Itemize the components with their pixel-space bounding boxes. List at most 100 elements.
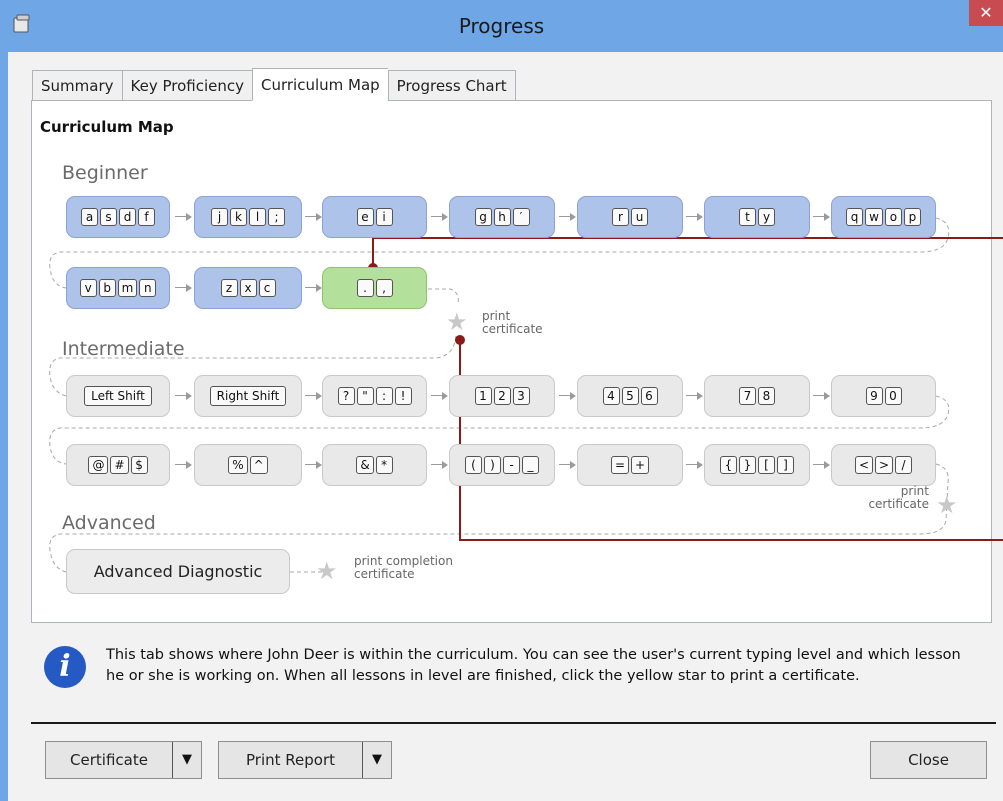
progress-window: Progress ✕ Summary Key Proficiency Curri… bbox=[0, 0, 1003, 801]
lesson-punctuation[interactable]: ? " : ! bbox=[322, 375, 427, 417]
divider bbox=[31, 722, 996, 724]
arrow-icon bbox=[305, 283, 323, 293]
key: s bbox=[100, 208, 117, 226]
key: : bbox=[375, 387, 393, 405]
lesson-vbmn[interactable]: v b m n bbox=[66, 267, 170, 309]
key: v bbox=[79, 279, 97, 297]
tab-progress-chart[interactable]: Progress Chart bbox=[387, 70, 516, 101]
key: 7 bbox=[739, 387, 756, 405]
key: w bbox=[865, 208, 883, 226]
lesson-ei[interactable]: e i bbox=[322, 196, 427, 238]
window-title: Progress bbox=[458, 14, 545, 38]
key: a bbox=[81, 208, 98, 226]
lesson-gh[interactable]: g h ′ bbox=[449, 196, 555, 238]
lesson-90[interactable]: 9 0 bbox=[831, 375, 936, 417]
key: x bbox=[239, 279, 257, 297]
key: m bbox=[117, 279, 138, 297]
close-button[interactable]: Close bbox=[870, 741, 987, 779]
dropdown-arrow-icon[interactable]: ▼ bbox=[363, 742, 391, 778]
lesson-qwop[interactable]: q w o p bbox=[831, 196, 936, 238]
star-icon[interactable]: ★ bbox=[446, 310, 468, 334]
key: ? bbox=[337, 387, 355, 405]
lesson-zxc[interactable]: z x c bbox=[194, 267, 302, 309]
lesson-angle-slash[interactable]: < > / bbox=[831, 444, 936, 486]
beginner-certificate-label[interactable]: print certificate bbox=[482, 310, 543, 336]
key: h bbox=[493, 208, 511, 226]
window-frame bbox=[0, 52, 8, 801]
key: g bbox=[474, 208, 492, 226]
key: ) bbox=[484, 456, 501, 474]
lesson-asdf[interactable]: a s d f bbox=[66, 196, 170, 238]
key: 5 bbox=[621, 387, 639, 405]
tab-bar: Summary Key Proficiency Curriculum Map P… bbox=[32, 68, 516, 101]
print-report-button[interactable]: Print Report bbox=[219, 742, 363, 778]
key: 3 bbox=[512, 387, 530, 405]
key: Right Shift bbox=[209, 386, 287, 406]
lesson-percent-caret[interactable]: % ^ bbox=[194, 444, 302, 486]
intermediate-certificate-label[interactable]: print certificate bbox=[855, 485, 929, 511]
key: } bbox=[739, 456, 756, 474]
key: [ bbox=[758, 456, 775, 474]
key: > bbox=[875, 456, 894, 474]
key: / bbox=[895, 456, 913, 474]
star-icon[interactable]: ★ bbox=[316, 559, 338, 583]
info-icon: i bbox=[44, 646, 86, 688]
key: y bbox=[758, 208, 775, 226]
dropdown-arrow-icon[interactable]: ▼ bbox=[173, 742, 201, 778]
key: % bbox=[228, 456, 248, 474]
level-beginner-title: Beginner bbox=[62, 162, 148, 184]
lesson-equals-plus[interactable]: = + bbox=[577, 444, 683, 486]
key: = bbox=[610, 456, 629, 474]
lesson-parens-dash[interactable]: ( ) - _ bbox=[449, 444, 555, 486]
lesson-ru[interactable]: r u bbox=[577, 196, 683, 238]
arrow-icon bbox=[305, 212, 323, 222]
lesson-123[interactable]: 1 2 3 bbox=[449, 375, 555, 417]
key: t bbox=[739, 208, 756, 226]
key: 9 bbox=[865, 387, 883, 405]
curriculum-map-panel bbox=[31, 100, 992, 623]
key: ! bbox=[394, 387, 412, 405]
lesson-jkl[interactable]: j k l ; bbox=[194, 196, 302, 238]
arrow-icon bbox=[175, 212, 193, 222]
lesson-78[interactable]: 7 8 bbox=[704, 375, 810, 417]
lesson-right-shift[interactable]: Right Shift bbox=[194, 375, 302, 417]
key: ( bbox=[465, 456, 482, 474]
key: n bbox=[139, 279, 157, 297]
arrow-icon bbox=[175, 391, 193, 401]
lesson-brackets[interactable]: { } [ ] bbox=[704, 444, 810, 486]
arrow-icon bbox=[559, 391, 577, 401]
key: p bbox=[903, 208, 921, 226]
lesson-ty[interactable]: t y bbox=[704, 196, 810, 238]
key: i bbox=[375, 208, 393, 226]
lesson-advanced-diagnostic[interactable]: Advanced Diagnostic bbox=[66, 549, 290, 594]
lesson-at-hash-dollar[interactable]: @ # $ bbox=[66, 444, 170, 486]
key: u bbox=[631, 208, 648, 226]
lesson-period-comma-current[interactable]: . , bbox=[322, 267, 427, 309]
tab-curriculum-map[interactable]: Curriculum Map bbox=[251, 68, 388, 101]
key: k bbox=[230, 208, 247, 226]
key: z bbox=[220, 279, 238, 297]
level-intermediate-title: Intermediate bbox=[62, 338, 185, 360]
certificate-split-button: Certificate ▼ bbox=[45, 741, 202, 779]
tab-summary[interactable]: Summary bbox=[32, 70, 122, 101]
key: ] bbox=[777, 456, 794, 474]
key: o bbox=[884, 208, 902, 226]
key: + bbox=[631, 456, 650, 474]
advanced-certificate-label[interactable]: print completion certificate bbox=[354, 555, 453, 581]
certificate-button[interactable]: Certificate bbox=[46, 742, 173, 778]
key: # bbox=[110, 456, 129, 474]
key: l bbox=[249, 208, 266, 226]
lesson-left-shift[interactable]: Left Shift bbox=[66, 375, 170, 417]
arrow-icon bbox=[175, 460, 193, 470]
key: 0 bbox=[884, 387, 902, 405]
key: $ bbox=[130, 456, 148, 474]
star-icon[interactable]: ★ bbox=[936, 493, 958, 517]
close-icon[interactable]: ✕ bbox=[969, 0, 1003, 26]
key: 8 bbox=[758, 387, 775, 405]
tab-key-proficiency[interactable]: Key Proficiency bbox=[121, 70, 252, 101]
lesson-456[interactable]: 4 5 6 bbox=[577, 375, 683, 417]
arrow-icon bbox=[686, 212, 704, 222]
key: . bbox=[356, 279, 374, 297]
lesson-amp-star[interactable]: & * bbox=[322, 444, 427, 486]
level-advanced-title: Advanced bbox=[62, 512, 156, 534]
